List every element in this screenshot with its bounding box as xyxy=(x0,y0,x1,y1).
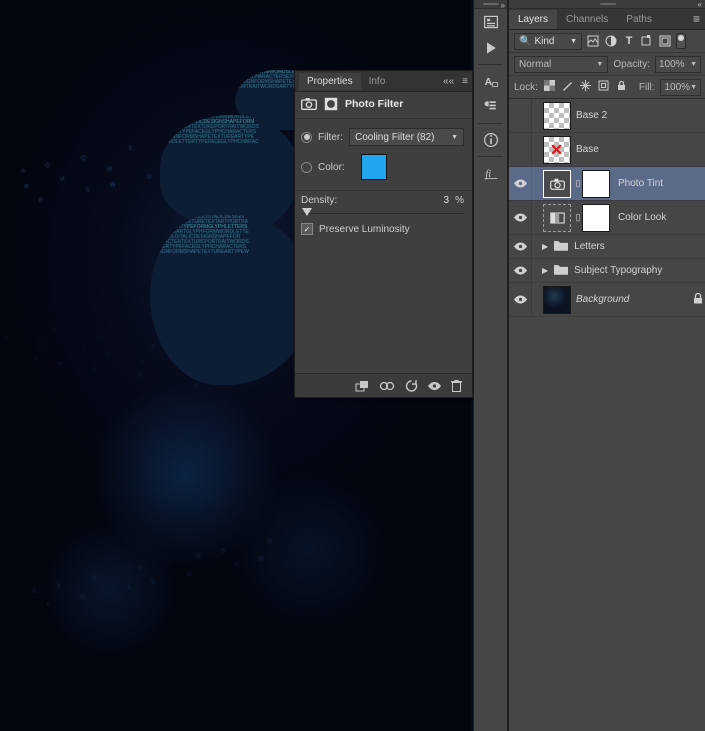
visibility-toggle[interactable] xyxy=(509,259,532,282)
density-label: Density: xyxy=(301,195,415,206)
layer-group-letters[interactable]: ▶ Letters xyxy=(509,235,705,259)
filter-kind-dropdown[interactable]: 🔍 Kind ▼ xyxy=(514,33,582,50)
lock-position-icon[interactable] xyxy=(580,80,591,94)
filter-dropdown[interactable]: Cooling Filter (82)▼ xyxy=(349,128,464,146)
strip-grip[interactable]: » xyxy=(474,0,507,9)
layer-thumbnail[interactable] xyxy=(543,286,571,314)
layers-panel: « Layers Channels Paths ≡ 🔍 Kind ▼ T Nor… xyxy=(508,0,705,731)
toggle-visibility-icon[interactable] xyxy=(428,381,441,391)
clip-to-layer-icon[interactable] xyxy=(355,380,369,392)
actions-panel-icon[interactable] xyxy=(474,35,507,61)
info-panel-icon[interactable] xyxy=(474,127,507,153)
visibility-toggle[interactable] xyxy=(509,283,532,316)
color-label: Color: xyxy=(318,162,345,173)
layer-name[interactable]: Base 2 xyxy=(574,110,705,121)
visibility-toggle[interactable] xyxy=(509,201,532,234)
adjustment-camera-icon xyxy=(301,97,317,111)
link-icon[interactable]: ▯ xyxy=(574,212,582,223)
adjustment-title: Photo Filter xyxy=(345,98,403,110)
panel-menu-icon[interactable]: ≡ xyxy=(458,76,472,87)
mask-thumbnail[interactable] xyxy=(582,170,610,198)
layer-photo-tint[interactable]: ▯ Photo Tint xyxy=(509,167,705,201)
visibility-toggle[interactable] xyxy=(509,167,532,200)
layer-base-2[interactable]: Base 2 xyxy=(509,99,705,133)
layer-color-look[interactable]: ▯ Color Look xyxy=(509,201,705,235)
visibility-toggle[interactable] xyxy=(509,235,532,258)
paragraph-panel-icon[interactable] xyxy=(474,94,507,120)
mask-icon xyxy=(323,97,339,111)
tab-info[interactable]: Info xyxy=(361,73,394,90)
opacity-label: Opacity: xyxy=(613,59,650,70)
density-value[interactable]: 3 xyxy=(421,195,449,206)
folder-icon xyxy=(550,240,572,254)
collapsed-panel-strip: » A fi xyxy=(473,0,508,731)
history-panel-icon[interactable] xyxy=(474,9,507,35)
blend-mode-dropdown[interactable]: Normal▼ xyxy=(514,56,608,73)
layer-name[interactable]: Letters xyxy=(572,241,705,252)
panel-grip[interactable]: « xyxy=(509,0,705,9)
color-swatch[interactable] xyxy=(361,154,387,180)
density-unit: % xyxy=(455,195,464,206)
filter-adjust-icon[interactable] xyxy=(605,35,617,47)
layer-base[interactable]: Base xyxy=(509,133,705,167)
expand-arrow-icon[interactable]: ▶ xyxy=(540,242,550,251)
expand-arrow-icon[interactable]: ▶ xyxy=(540,266,550,275)
view-previous-icon[interactable] xyxy=(379,381,395,391)
filter-shape-icon[interactable] xyxy=(641,35,653,47)
tab-channels[interactable]: Channels xyxy=(557,10,617,29)
lock-all-icon[interactable] xyxy=(616,80,627,94)
filter-type-icon[interactable]: T xyxy=(623,35,635,47)
mask-thumbnail[interactable] xyxy=(582,204,610,232)
adjustment-thumbnail[interactable] xyxy=(543,204,571,232)
adjustment-thumbnail[interactable] xyxy=(543,170,571,198)
layer-name[interactable]: Subject Typography xyxy=(572,265,705,276)
folder-icon xyxy=(550,264,572,278)
reset-icon[interactable] xyxy=(405,380,418,392)
tab-properties[interactable]: Properties xyxy=(299,73,361,90)
visibility-toggle[interactable] xyxy=(509,133,532,166)
lock-transparent-icon[interactable] xyxy=(544,80,555,94)
fill-label: Fill: xyxy=(639,82,655,93)
svg-text:A: A xyxy=(484,77,492,88)
filter-label: Filter: xyxy=(318,132,343,143)
properties-panel: Properties Info «« ≡ Photo Filter Filter… xyxy=(294,70,473,398)
tab-layers[interactable]: Layers xyxy=(509,10,557,29)
layers-menu-icon[interactable]: ≡ xyxy=(687,12,705,26)
layer-thumbnail[interactable] xyxy=(543,102,571,130)
filter-pixel-icon[interactable] xyxy=(587,35,599,47)
fill-input[interactable]: 100%▼ xyxy=(660,79,701,96)
layer-name[interactable]: Background xyxy=(574,294,690,305)
lock-label: Lock: xyxy=(514,82,538,93)
opacity-input[interactable]: 100%▼ xyxy=(655,56,701,73)
filter-smart-icon[interactable] xyxy=(659,35,671,47)
filter-toggle[interactable] xyxy=(676,33,686,49)
layer-name[interactable]: Base xyxy=(574,144,705,155)
lock-icon[interactable] xyxy=(690,293,705,307)
link-icon[interactable]: ▯ xyxy=(574,178,582,189)
layer-background[interactable]: Background xyxy=(509,283,705,317)
layer-name[interactable]: Color Look xyxy=(616,212,705,223)
lock-artboard-icon[interactable] xyxy=(598,80,609,94)
layer-name[interactable]: Photo Tint xyxy=(616,178,705,189)
density-slider[interactable] xyxy=(301,207,464,219)
layer-thumbnail[interactable] xyxy=(543,136,571,164)
collapse-icon[interactable]: «« xyxy=(439,76,458,87)
layer-group-subject-typography[interactable]: ▶ Subject Typography xyxy=(509,259,705,283)
delete-icon[interactable] xyxy=(451,380,462,392)
tab-paths[interactable]: Paths xyxy=(617,10,661,29)
visibility-toggle[interactable] xyxy=(509,99,532,132)
preserve-luminosity-checkbox[interactable]: ✓ xyxy=(301,223,313,235)
radio-filter[interactable] xyxy=(301,132,312,143)
character-panel-icon[interactable]: A xyxy=(474,68,507,94)
radio-color[interactable] xyxy=(301,162,312,173)
preserve-luminosity-label: Preserve Luminosity xyxy=(319,224,410,235)
glyphs-panel-icon[interactable]: fi xyxy=(474,160,507,186)
lock-pixels-icon[interactable] xyxy=(562,80,573,94)
